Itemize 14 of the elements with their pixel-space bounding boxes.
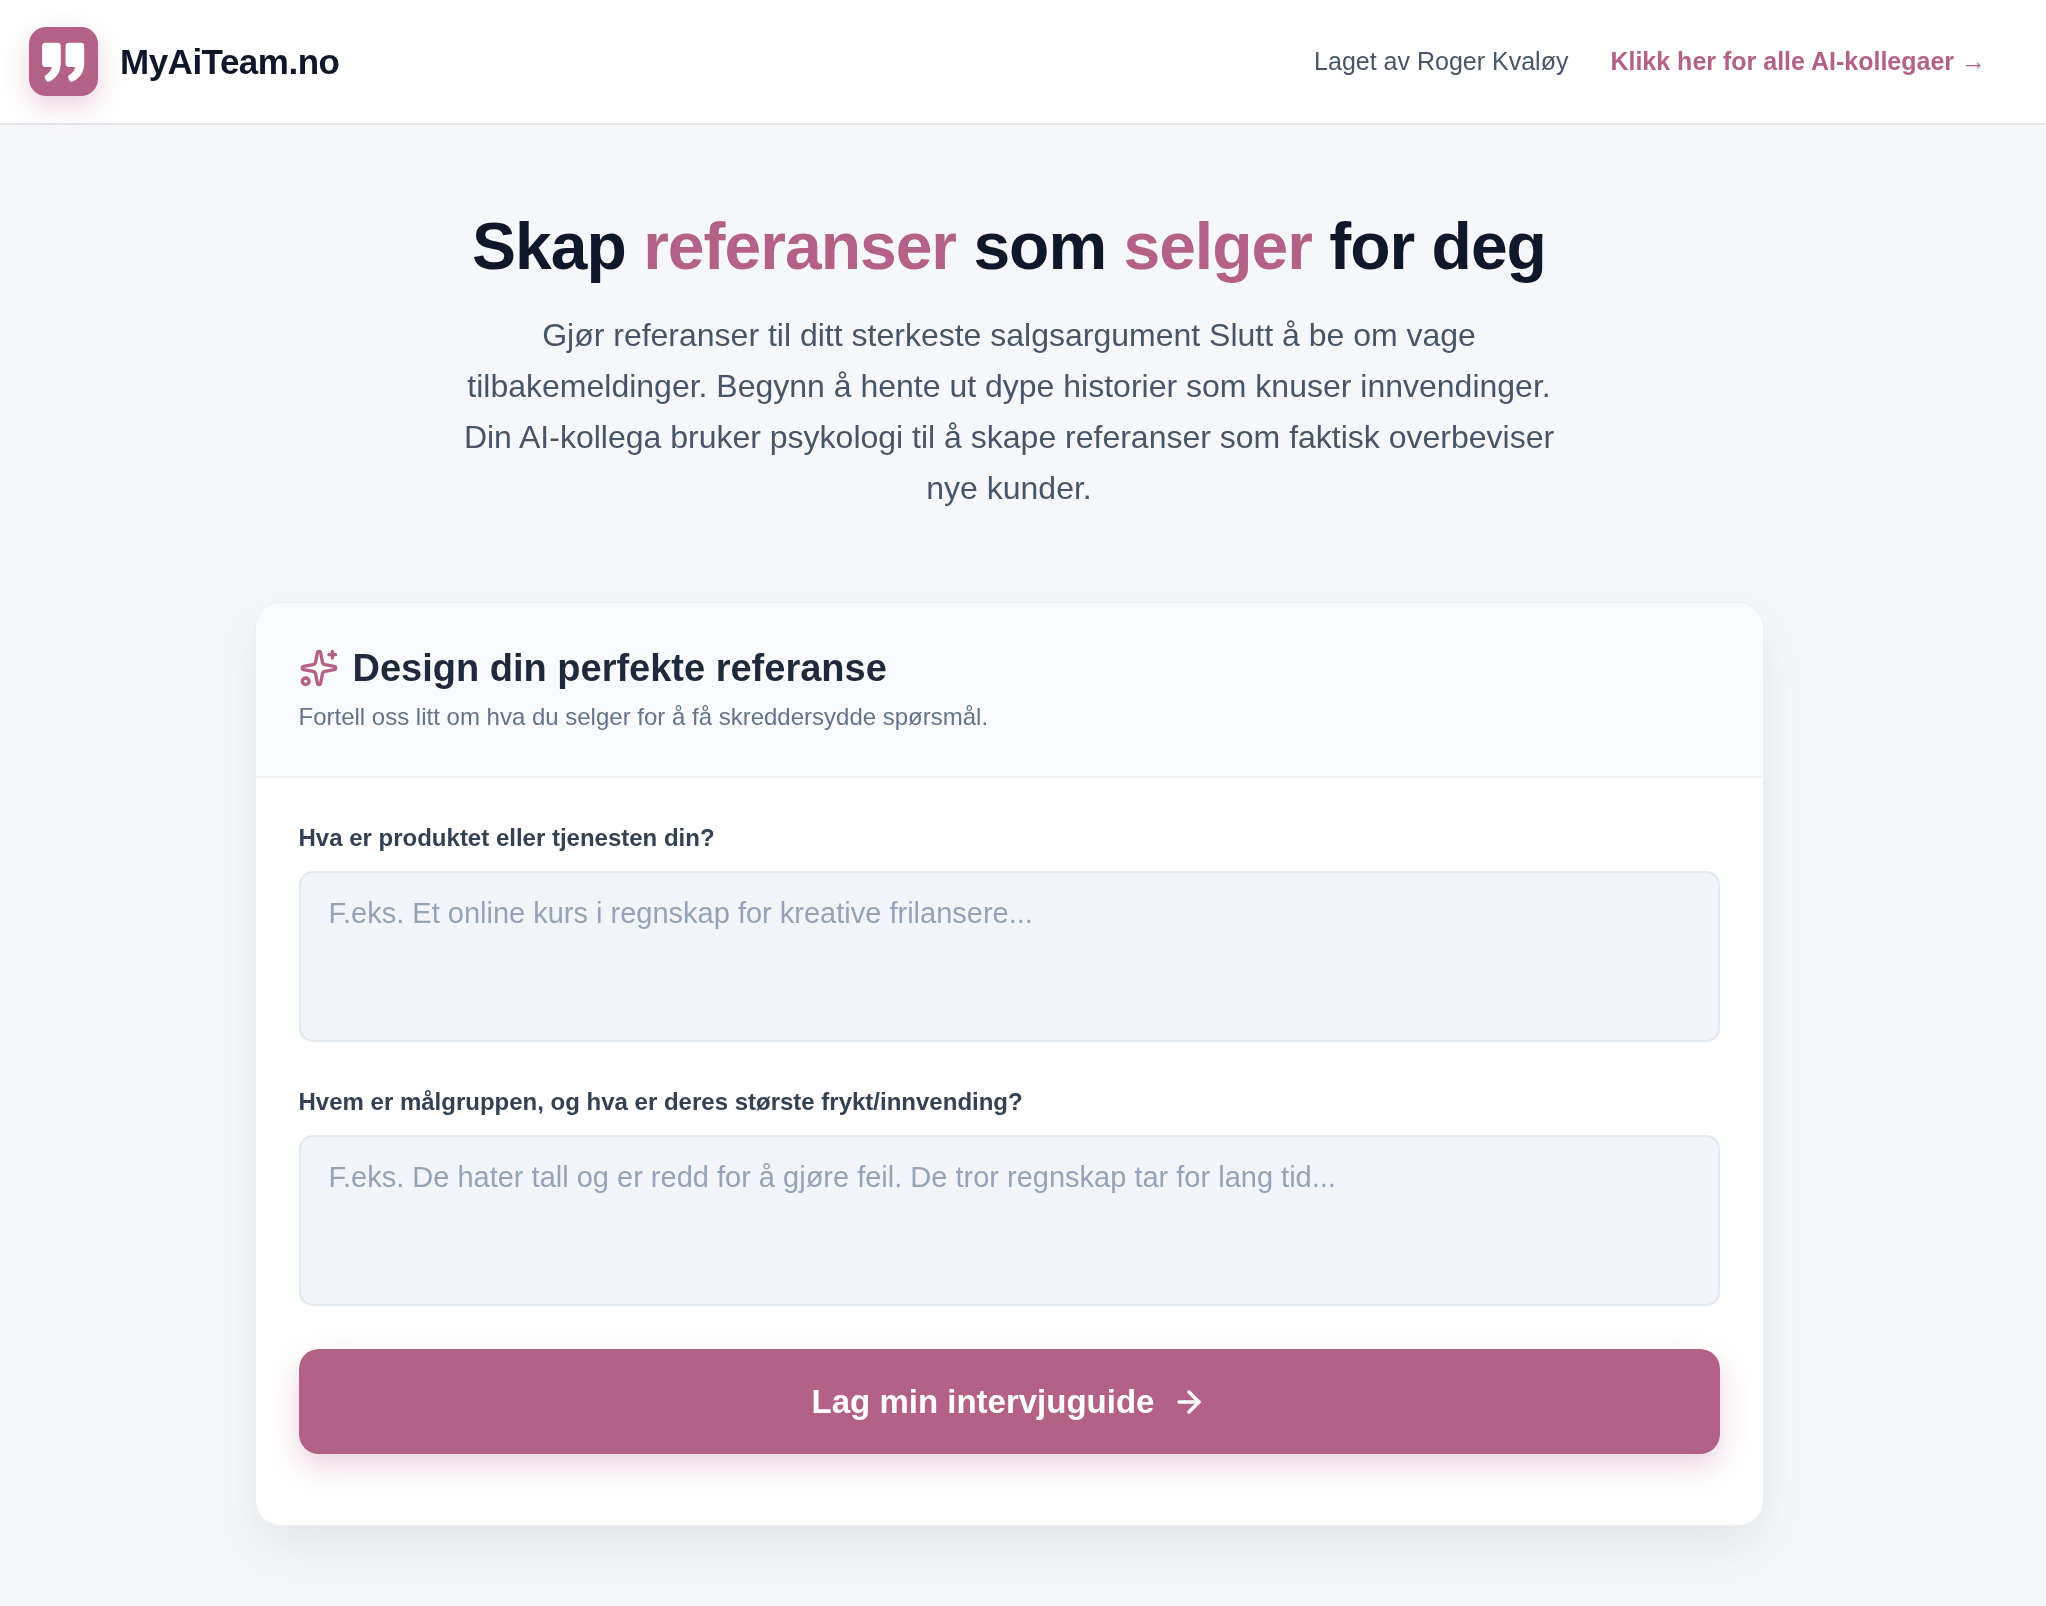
card-subtitle: Fortell oss litt om hva du selger for å få skreddersydde spørsmål. (298, 702, 990, 733)
sparkles-icon (298, 648, 339, 689)
hero-title: Skap referanser som selger for deg (472, 208, 1546, 285)
card-title: Design din perfekte referanse (352, 646, 887, 691)
field-label: Hvem er målgruppen, og hva er deres største frykt/innvending? (298, 1087, 1024, 1118)
text-area-field[interactable]: F.eks. De hater tall og er redd for å gjøre feil. De tror regnskap tar for lang tid... (298, 1135, 1720, 1307)
generate-guide-button[interactable]: Lag min intervjuguide (298, 1349, 1720, 1455)
brand-name: MyAiTeam.no (120, 41, 340, 82)
hero-description: Gjør referanser til ditt sterkeste salgsargument Slutt å be om vage tilbakemeldinger. Begynn å hente ut dype historier som knuser innvendinger. Din AI-kollega bruker psykologi til å skape referanser som faktisk overbeviser nye kunder. (462, 316, 1556, 509)
field-label: Hva er produktet eller tjenesten din? (298, 823, 716, 854)
author-credit: Laget av Roger Kvaløy (1314, 47, 1569, 76)
quote-icon (29, 27, 98, 96)
text-area-field[interactable]: F.eks. Et online kurs i regnskap for kreative frilansere... (298, 871, 1720, 1043)
all-colleagues-link[interactable]: Klikk her for alle AI-kollegaer → (1610, 47, 1986, 76)
